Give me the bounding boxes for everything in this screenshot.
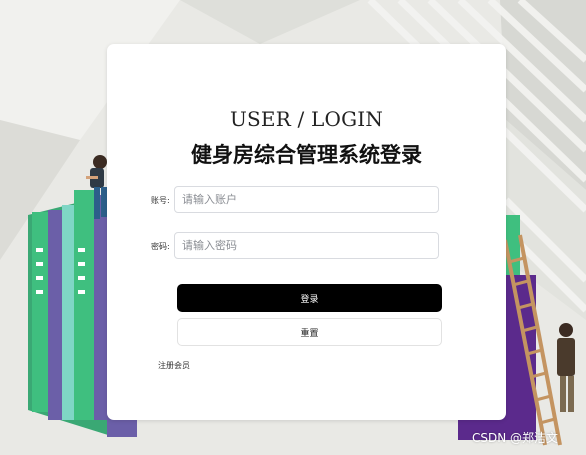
csdn-watermark: CSDN @郑洁文: [472, 431, 559, 445]
password-label: 密码:: [151, 242, 170, 251]
password-input[interactable]: [174, 232, 439, 259]
login-card: USER / LOGIN 健身房综合管理系统登录 账号: 密码: 登录 重置 注…: [107, 44, 506, 420]
reset-button[interactable]: 重置: [177, 318, 442, 346]
account-label: 账号:: [151, 196, 170, 205]
login-button[interactable]: 登录: [177, 284, 442, 312]
register-link[interactable]: 注册会员: [158, 360, 190, 371]
login-heading-en: USER / LOGIN: [229, 107, 384, 131]
login-heading-cn: 健身房综合管理系统登录: [191, 143, 422, 167]
account-input[interactable]: [174, 186, 439, 213]
